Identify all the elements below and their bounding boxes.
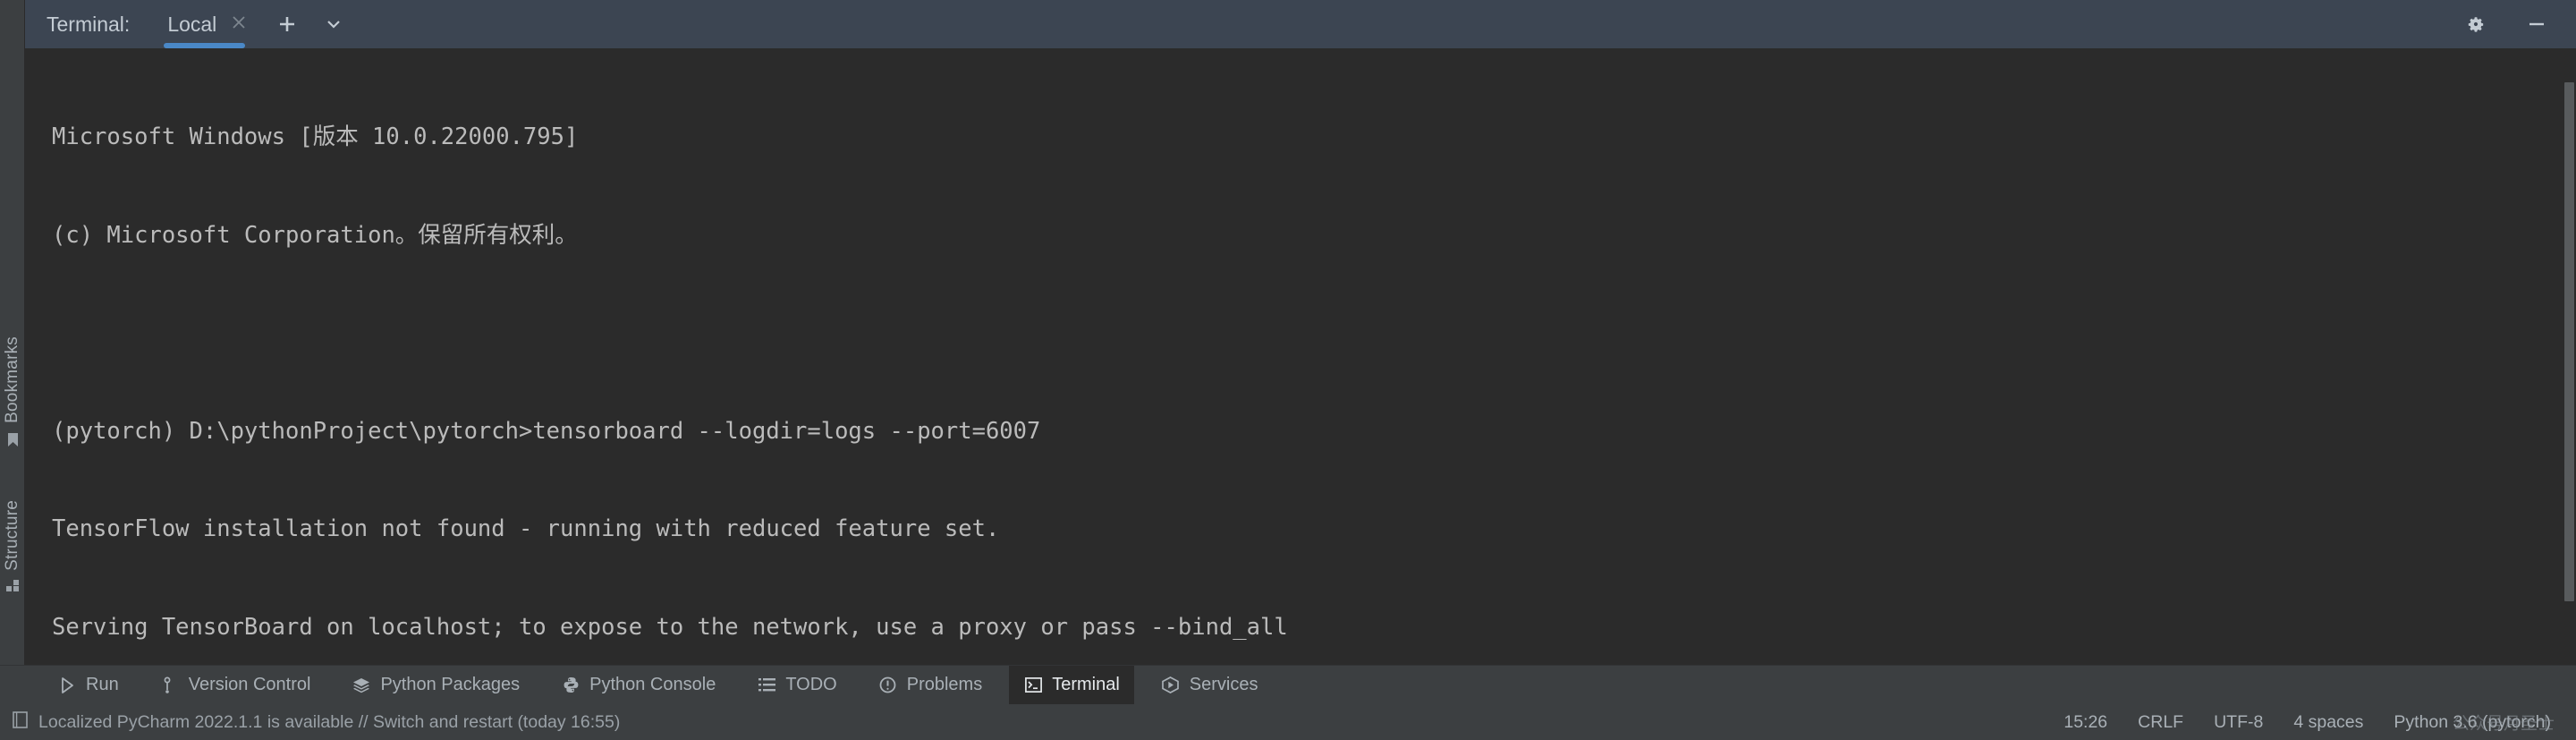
tool-window-button-python-console-label: Python Console	[589, 675, 716, 694]
status-indent[interactable]: 4 spaces	[2293, 712, 2363, 733]
status-line-separator[interactable]: CRLF	[2138, 712, 2183, 733]
minimize-icon[interactable]	[2506, 13, 2567, 35]
terminal-header-actions	[2445, 0, 2576, 48]
terminal-tab-local-label: Local	[167, 12, 217, 36]
bookmark-icon	[6, 432, 20, 452]
services-icon	[1161, 676, 1181, 693]
tool-window-button-python-console[interactable]: Python Console	[547, 666, 730, 705]
terminal-scrollbar[interactable]	[2562, 48, 2576, 665]
tool-window-button-run-label: Run	[86, 675, 119, 694]
tool-window-button-python-packages-label: Python Packages	[380, 675, 521, 694]
gear-icon[interactable]	[2445, 13, 2506, 35]
terminal-output-area[interactable]: Microsoft Windows [版本 10.0.22000.795] (c…	[25, 48, 2576, 665]
status-notification[interactable]: Localized PyCharm 2022.1.1 is available …	[13, 710, 621, 734]
terminal-line: Serving TensorBoard on localhost; to exp…	[52, 613, 1288, 641]
pycharm-window: Bookmarks Structure Terminal: Local Micr…	[0, 0, 2576, 740]
status-bar: Localized PyCharm 2022.1.1 is available …	[0, 704, 2576, 740]
tool-window-button-terminal-label: Terminal	[1052, 675, 1120, 694]
plus-icon[interactable]	[277, 14, 297, 34]
tool-window-button-todo-label: TODO	[785, 675, 837, 694]
close-icon[interactable]	[231, 14, 247, 34]
terminal-header-bar: Terminal: Local	[25, 0, 2576, 48]
rail-item-bookmarks[interactable]: Bookmarks	[0, 333, 25, 452]
list-icon	[757, 677, 776, 693]
terminal-line: (pytorch) D:\pythonProject\pytorch>tenso…	[52, 417, 1041, 445]
rail-item-bookmarks-label: Bookmarks	[3, 336, 21, 423]
tool-window-button-run[interactable]: Run	[43, 666, 133, 705]
tool-window-button-problems-label: Problems	[906, 675, 983, 694]
status-time: 15:26	[2063, 711, 2108, 732]
main-body: Bookmarks Structure Terminal: Local Micr…	[0, 0, 2576, 665]
tool-window-button-terminal[interactable]: Terminal	[1009, 665, 1134, 705]
status-interpreter[interactable]: Python 3.6 (pytorch)	[2394, 712, 2551, 733]
structure-grid-icon	[5, 579, 20, 598]
status-encoding[interactable]: UTF-8	[2214, 712, 2263, 733]
terminal-line: TensorFlow installation not found - runn…	[52, 515, 1000, 542]
left-tool-rail: Bookmarks Structure	[0, 0, 25, 665]
book-icon	[13, 710, 28, 734]
python-icon	[561, 676, 580, 693]
terminal-line: Microsoft Windows [版本 10.0.22000.795]	[52, 123, 579, 150]
chevron-down-icon[interactable]	[324, 14, 343, 34]
status-bar-right: 15:26 CRLF UTF-8 4 spaces Python 3.6 (py…	[2063, 711, 2558, 734]
tool-window-button-todo[interactable]: TODO	[742, 666, 851, 705]
terminal-line: (c) Microsoft Corporation。保留所有权利。	[52, 221, 578, 249]
terminal-scrollbar-thumb[interactable]	[2564, 82, 2574, 601]
terminal-tool-window: Terminal: Local Microsoft Windows [版本 10…	[25, 0, 2576, 665]
terminal-prompt-icon	[1023, 677, 1043, 693]
terminal-lines: Microsoft Windows [版本 10.0.22000.795] (c…	[25, 55, 2576, 665]
tool-window-button-problems[interactable]: Problems	[864, 666, 996, 705]
tool-window-button-version-control[interactable]: Version Control	[146, 666, 326, 705]
rail-item-structure-label: Structure	[3, 500, 21, 571]
tool-window-button-services[interactable]: Services	[1147, 666, 1273, 705]
terminal-tab-local[interactable]: Local	[164, 0, 250, 48]
warning-icon	[878, 676, 898, 693]
branch-icon	[160, 676, 180, 694]
terminal-title: Terminal:	[47, 12, 131, 36]
status-notification-text: Localized PyCharm 2022.1.1 is available …	[38, 711, 621, 732]
tool-window-button-services-label: Services	[1189, 675, 1258, 694]
tool-window-button-python-packages[interactable]: Python Packages	[337, 666, 534, 705]
tool-window-button-version-control-label: Version Control	[188, 675, 311, 694]
layers-icon	[352, 676, 371, 694]
tool-window-bar: Run Version Control Python Packages Pyth…	[0, 665, 2576, 705]
rail-item-structure[interactable]: Structure	[0, 497, 25, 598]
play-icon	[57, 676, 77, 693]
